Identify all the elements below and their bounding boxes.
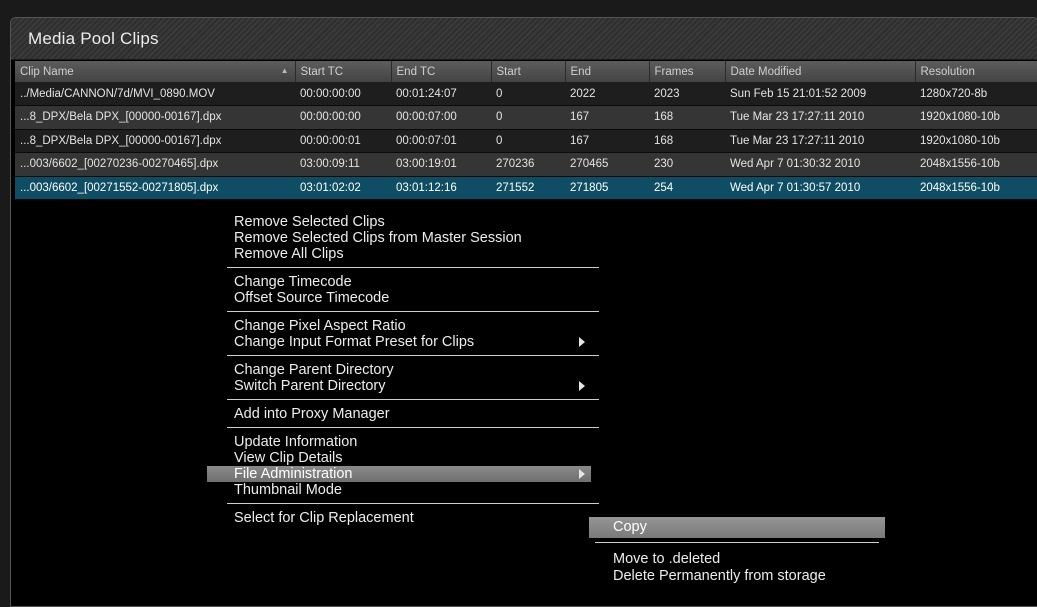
table-row[interactable]: ...8_DPX/Bela DPX_[00000-00167].dpx 00:0… (15, 129, 1037, 153)
column-header-end[interactable]: End (565, 61, 650, 82)
table-row[interactable]: ../Media/CANNON/7d/MVI_0890.MOV 00:00:00… (15, 82, 1037, 106)
menu-separator (227, 267, 599, 268)
column-header-clip-name[interactable]: Clip Name ▲ (15, 61, 296, 82)
cell-start: 0 (491, 82, 565, 106)
cell-start-tc: 00:00:00:00 (295, 105, 391, 130)
menu-item-view-clip-details[interactable]: View Clip Details (207, 450, 591, 466)
cell-resolution: 1280x720-8b (915, 82, 1037, 106)
cell-clip-name: ...003/6602_[00271552-00271805].dpx (15, 176, 295, 200)
menu-separator (227, 355, 599, 356)
menu-item-remove-selected-clips[interactable]: Remove Selected Clips (207, 214, 591, 230)
menu-item-change-input-format-preset[interactable]: Change Input Format Preset for Clips (207, 334, 591, 350)
cell-end-tc: 00:01:24:07 (391, 82, 491, 106)
submenu-item-copy[interactable]: Copy (589, 517, 885, 538)
cell-date-modified: Wed Apr 7 01:30:57 2010 (725, 176, 915, 200)
column-header-end-tc[interactable]: End TC (391, 61, 492, 82)
cell-start: 0 (491, 105, 565, 130)
cell-start-tc: 00:00:00:01 (295, 129, 391, 153)
cell-frames: 168 (649, 105, 725, 130)
submenu-item-move-to-deleted[interactable]: Move to .deleted (589, 551, 885, 568)
context-menu: Remove Selected Clips Remove Selected Cl… (207, 213, 599, 592)
cell-resolution: 1920x1080-10b (915, 129, 1037, 153)
column-header-resolution[interactable]: Resolution (915, 61, 1037, 82)
cell-frames: 230 (649, 152, 725, 177)
cell-clip-name: ...8_DPX/Bela DPX_[00000-00167].dpx (15, 129, 295, 153)
submenu-arrow-icon (579, 337, 585, 347)
cell-frames: 168 (649, 129, 725, 153)
menu-item-add-into-proxy-manager[interactable]: Add into Proxy Manager (207, 406, 591, 422)
column-label: Clip Name (20, 65, 74, 78)
table-header-row: Clip Name ▲ Start TC End TC Start End Fra… (15, 61, 1037, 82)
cell-start-tc: 03:01:02:02 (295, 176, 391, 200)
cell-start: 271552 (491, 176, 565, 200)
cell-date-modified: Wed Apr 7 01:30:32 2010 (725, 152, 915, 177)
cell-end: 271805 (565, 176, 649, 200)
menu-item-label: Switch Parent Directory (234, 378, 386, 394)
menu-separator (227, 503, 599, 504)
menu-separator (227, 311, 599, 312)
cell-start: 0 (491, 129, 565, 153)
panel-header: Media Pool Clips (11, 18, 1037, 60)
cell-date-modified: Sun Feb 15 21:01:52 2009 (725, 82, 915, 106)
cell-end-tc: 03:01:12:16 (391, 176, 491, 200)
column-header-start[interactable]: Start (491, 61, 566, 82)
sort-ascending-icon: ▲ (280, 66, 289, 75)
menu-separator (227, 427, 599, 428)
menu-item-thumbnail-mode[interactable]: Thumbnail Mode (207, 482, 591, 498)
table-row[interactable]: ...8_DPX/Bela DPX_[00000-00167].dpx 00:0… (15, 105, 1037, 130)
cell-resolution: 2048x1556-10b (915, 152, 1037, 177)
submenu-arrow-icon (579, 469, 585, 479)
menu-item-switch-parent-directory[interactable]: Switch Parent Directory (207, 378, 591, 394)
panel-title: Media Pool Clips (28, 29, 159, 48)
cell-start: 270236 (491, 152, 565, 177)
cell-end: 167 (565, 105, 649, 130)
table-row-selected[interactable]: ...003/6602_[00271552-00271805].dpx 03:0… (15, 176, 1037, 200)
cell-resolution: 1920x1080-10b (915, 105, 1037, 130)
menu-item-remove-selected-clips-from-master-session[interactable]: Remove Selected Clips from Master Sessio… (207, 230, 591, 246)
cell-end: 167 (565, 129, 649, 153)
menu-item-select-for-clip-replacement[interactable]: Select for Clip Replacement (207, 510, 591, 526)
cell-frames: 2023 (649, 82, 725, 106)
column-header-date-modified[interactable]: Date Modified (725, 61, 916, 82)
cell-end-tc: 00:00:07:00 (391, 105, 491, 130)
menu-item-label: File Administration (234, 466, 353, 482)
cell-end: 270465 (565, 152, 649, 177)
cell-frames: 254 (649, 176, 725, 200)
cell-start-tc: 03:00:09:11 (295, 152, 391, 177)
cell-date-modified: Tue Mar 23 17:27:11 2010 (725, 129, 915, 153)
cell-start-tc: 00:00:00:00 (295, 82, 391, 106)
cell-end-tc: 00:00:07:01 (391, 129, 491, 153)
menu-separator (227, 399, 599, 400)
cell-end: 2022 (565, 82, 649, 106)
menu-item-file-administration[interactable]: File Administration (207, 466, 591, 482)
table-row[interactable]: ...003/6602_[00270236-00270465].dpx 03:0… (15, 152, 1037, 177)
menu-item-offset-source-timecode[interactable]: Offset Source Timecode (207, 290, 591, 306)
menu-item-change-pixel-aspect-ratio[interactable]: Change Pixel Aspect Ratio (207, 318, 591, 334)
menu-item-change-parent-directory[interactable]: Change Parent Directory (207, 362, 591, 378)
submenu-arrow-icon (579, 381, 585, 391)
column-header-frames[interactable]: Frames (649, 61, 726, 82)
menu-item-label: Change Input Format Preset for Clips (234, 334, 475, 350)
cell-date-modified: Tue Mar 23 17:27:11 2010 (725, 105, 915, 130)
menu-item-remove-all-clips[interactable]: Remove All Clips (207, 246, 591, 262)
file-administration-submenu: Copy Move to .deleted Delete Permanently… (589, 516, 885, 592)
column-header-start-tc[interactable]: Start TC (295, 61, 392, 82)
menu-item-change-timecode[interactable]: Change Timecode (207, 274, 591, 290)
clips-table: Clip Name ▲ Start TC End TC Start End Fra… (15, 61, 1037, 200)
cell-clip-name: ...8_DPX/Bela DPX_[00000-00167].dpx (15, 105, 295, 130)
cell-resolution: 2048x1556-10b (915, 176, 1037, 200)
menu-separator (595, 542, 879, 543)
submenu-item-delete-permanently[interactable]: Delete Permanently from storage (589, 568, 885, 585)
cell-clip-name: ../Media/CANNON/7d/MVI_0890.MOV (15, 82, 295, 106)
cell-clip-name: ...003/6602_[00270236-00270465].dpx (15, 152, 295, 177)
menu-item-update-information[interactable]: Update Information (207, 434, 591, 450)
cell-end-tc: 03:00:19:01 (391, 152, 491, 177)
